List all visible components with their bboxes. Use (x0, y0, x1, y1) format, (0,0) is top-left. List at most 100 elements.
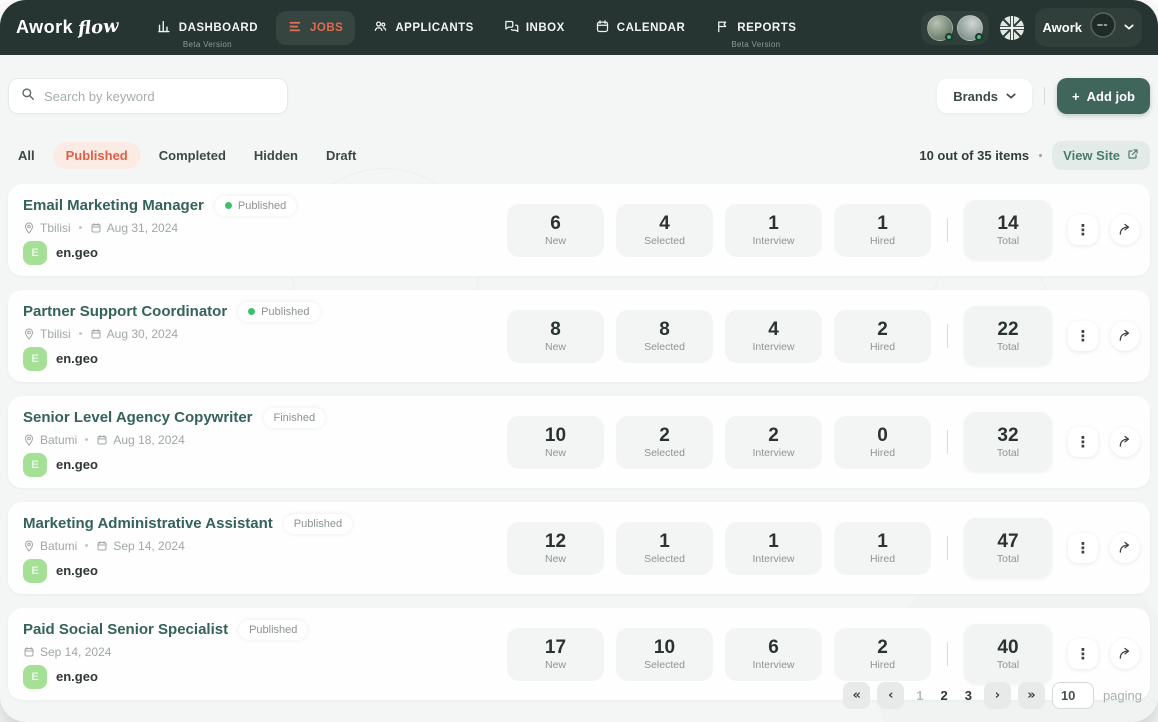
job-date: Sep 14, 2024 (96, 539, 185, 553)
status-label: Published (249, 623, 298, 636)
stat-total[interactable]: 22 Total (964, 306, 1052, 366)
plus-icon: + (1072, 88, 1080, 104)
stat-selected[interactable]: 4 Selected (616, 203, 713, 257)
nav-label: DASHBOARD (178, 21, 259, 34)
app-logo[interactable]: Awork flow (16, 15, 120, 40)
page-size-input[interactable] (1051, 682, 1094, 709)
job-title[interactable]: Senior Level Agency Copywriter (23, 409, 253, 426)
nav-item-calendar[interactable]: CALENDAR (583, 11, 698, 45)
logo-brand-text: Awork (16, 17, 74, 37)
stat-hired[interactable]: 1 Hired (834, 521, 931, 575)
share-arrow-icon (1119, 329, 1130, 341)
page-number-2[interactable]: 2 (935, 688, 952, 703)
meta-separator (78, 332, 82, 335)
stat-new[interactable]: 12 New (507, 521, 604, 575)
status-badge: Published (239, 619, 308, 640)
view-site-label: View Site (1063, 148, 1120, 163)
page-number-3[interactable]: 3 (960, 688, 977, 703)
online-status-dot (944, 32, 953, 41)
search-icon (21, 87, 35, 106)
status-label: Published (293, 517, 343, 530)
user-avatar[interactable] (926, 14, 953, 41)
stat-selected[interactable]: 8 Selected (616, 309, 713, 363)
stat-interview[interactable]: 1 Interview (725, 521, 822, 575)
stat-selected[interactable]: 1 Selected (616, 521, 713, 575)
share-button[interactable] (1110, 639, 1140, 669)
logo-product-text: flow (77, 15, 120, 40)
brand-avatar: E (23, 452, 47, 477)
language-flag-icon[interactable] (999, 15, 1025, 41)
stat-new[interactable]: 17 New (507, 627, 604, 681)
job-title[interactable]: Marketing Administrative Assistant (23, 515, 273, 532)
more-options-button[interactable]: ⋮ (1068, 427, 1098, 457)
stat-total[interactable]: 32 Total (964, 412, 1052, 472)
stat-hired[interactable]: 2 Hired (834, 309, 931, 363)
nav-item-jobs[interactable]: JOBS (276, 10, 356, 45)
stat-interview[interactable]: 6 Interview (725, 627, 822, 681)
stat-new[interactable]: 6 New (507, 203, 604, 257)
stats-divider (947, 642, 948, 666)
account-menu[interactable]: Awork (1034, 8, 1142, 47)
more-options-button[interactable]: ⋮ (1068, 215, 1098, 245)
first-page-button[interactable]: « (843, 682, 871, 709)
stat-total[interactable]: 47 Total (964, 518, 1052, 578)
stat-total[interactable]: 40 Total (964, 624, 1052, 684)
job-location: Batumi (23, 539, 77, 553)
share-button[interactable] (1110, 533, 1140, 563)
share-arrow-icon (1119, 647, 1130, 659)
tab-draft[interactable]: Draft (316, 142, 366, 169)
tab-completed[interactable]: Completed (149, 142, 236, 169)
stat-hired[interactable]: 0 Hired (834, 415, 931, 469)
add-job-button[interactable]: + Add job (1057, 78, 1150, 114)
account-avatar (1090, 12, 1116, 43)
share-button[interactable] (1110, 215, 1140, 245)
job-card: Marketing Administrative Assistant Publi… (8, 502, 1150, 594)
job-card: Email Marketing Manager Published Tbilis… (8, 184, 1150, 276)
more-options-button[interactable]: ⋮ (1068, 321, 1098, 351)
view-site-button[interactable]: View Site (1052, 141, 1150, 170)
stat-selected[interactable]: 10 Selected (616, 627, 713, 681)
status-badge: Published (283, 513, 353, 534)
brand-avatar: E (23, 664, 47, 689)
page-number-1[interactable]: 1 (911, 688, 928, 703)
last-page-button[interactable]: » (1017, 682, 1045, 709)
tab-all[interactable]: All (8, 142, 45, 169)
people-icon (373, 19, 388, 37)
stat-new[interactable]: 10 New (507, 415, 604, 469)
status-badge: Published (238, 301, 320, 322)
stat-new[interactable]: 8 New (507, 309, 604, 363)
job-title[interactable]: Email Marketing Manager (23, 197, 204, 214)
external-link-icon (1127, 148, 1139, 163)
nav-item-applicants[interactable]: APPLICANTS (361, 11, 485, 45)
search-input[interactable] (44, 88, 275, 104)
share-button[interactable] (1110, 321, 1140, 351)
tab-published[interactable]: Published (52, 142, 141, 169)
stat-interview[interactable]: 4 Interview (725, 309, 822, 363)
stat-hired[interactable]: 2 Hired (834, 627, 931, 681)
more-options-button[interactable]: ⋮ (1068, 639, 1098, 669)
next-page-button[interactable]: › (983, 682, 1011, 709)
user-avatar[interactable] (956, 14, 983, 41)
prev-page-button[interactable]: ‹ (877, 682, 905, 709)
add-job-label: Add job (1086, 88, 1135, 104)
share-button[interactable] (1110, 427, 1140, 457)
stat-hired[interactable]: 1 Hired (834, 203, 931, 257)
job-date: Aug 31, 2024 (90, 221, 178, 235)
brand-name: en.geo (56, 563, 98, 578)
job-brand: E en.geo (23, 558, 507, 583)
job-title[interactable]: Paid Social Senior Specialist (23, 621, 228, 638)
nav-item-inbox[interactable]: INBOX (492, 11, 577, 45)
search-box (8, 78, 288, 114)
job-title[interactable]: Partner Support Coordinator (23, 303, 227, 320)
stat-total[interactable]: 14 Total (964, 200, 1052, 260)
brand-name: en.geo (56, 457, 98, 472)
more-options-button[interactable]: ⋮ (1068, 533, 1098, 563)
nav-item-dashboard[interactable]: DASHBOARD Beta Version (145, 11, 270, 49)
stat-selected[interactable]: 2 Selected (616, 415, 713, 469)
tab-hidden[interactable]: Hidden (244, 142, 308, 169)
stat-interview[interactable]: 2 Interview (725, 415, 822, 469)
stat-interview[interactable]: 1 Interview (725, 203, 822, 257)
brands-dropdown-button[interactable]: Brands (937, 79, 1033, 113)
nav-item-reports[interactable]: REPORTS Beta Version (703, 11, 808, 49)
job-date: Sep 14, 2024 (23, 645, 111, 659)
